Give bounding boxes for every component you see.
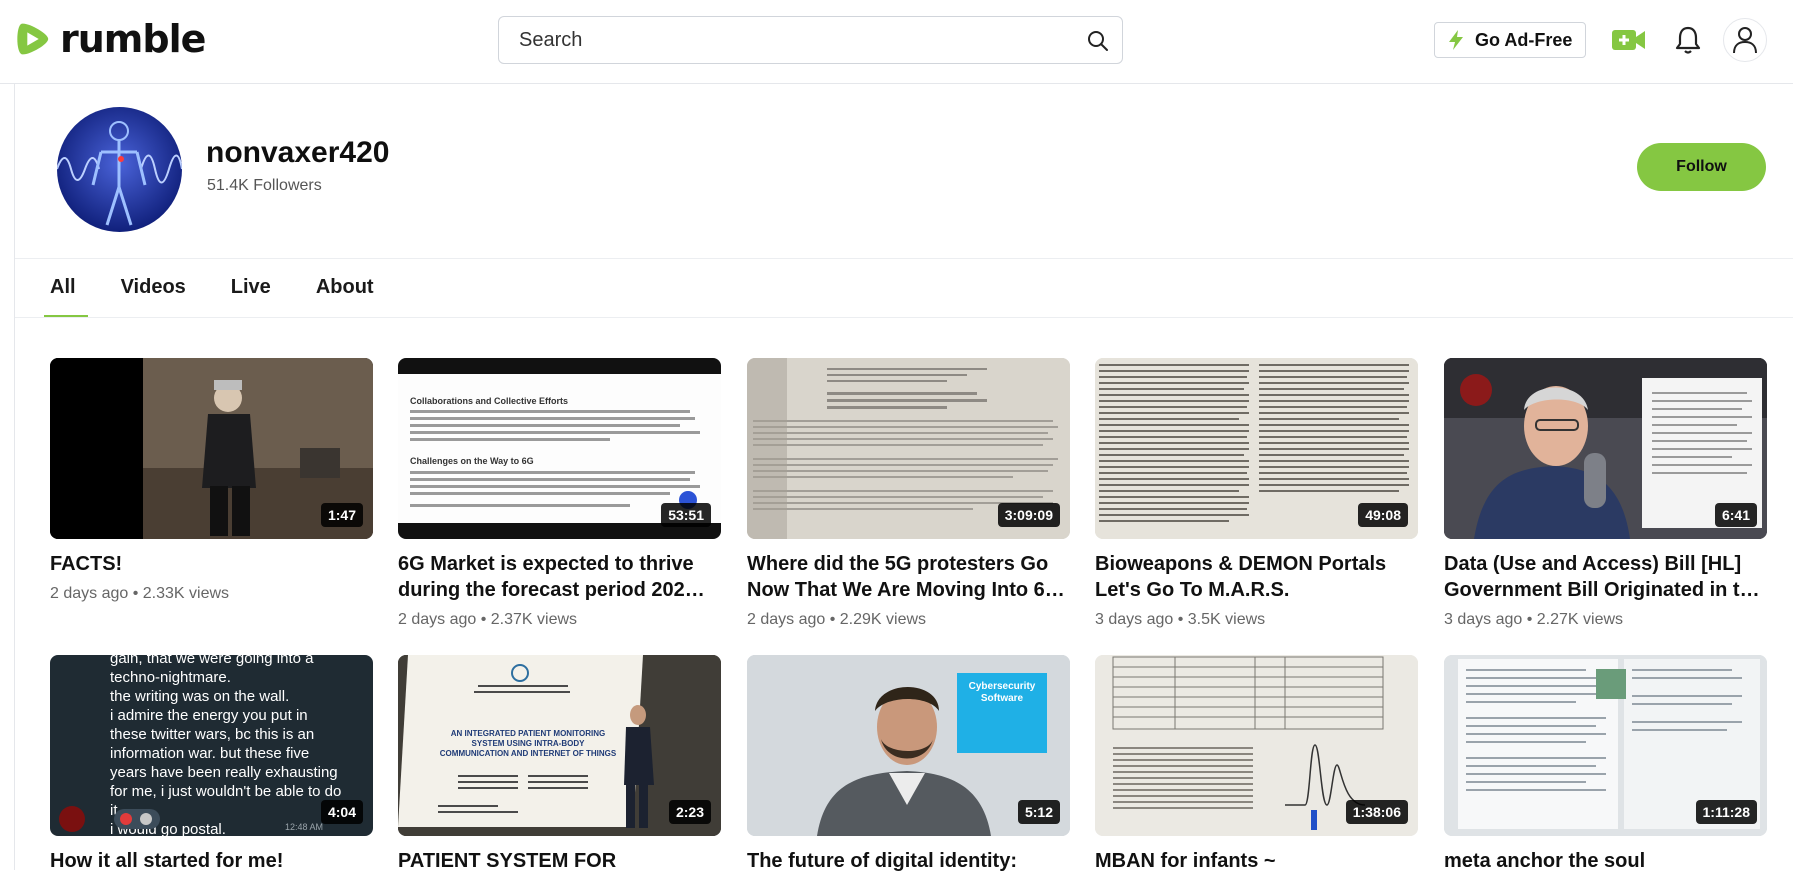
thumbnail-heading: Challenges on the Way to 6G	[410, 456, 534, 466]
rumble-play-icon	[17, 23, 49, 55]
tweet-line: i admire the energy you put in	[110, 707, 308, 724]
video-title[interactable]: 6G Market is expected to thrive during t…	[398, 551, 728, 603]
video-duration: 49:08	[1358, 503, 1408, 527]
video-card[interactable]: 1:38:06 MBAN for infants ~	[1095, 655, 1418, 874]
video-title[interactable]: PATIENT SYSTEM FOR	[398, 848, 728, 874]
video-card[interactable]: 49:08 Bioweapons & DEMON Portals Let's G…	[1095, 358, 1418, 629]
search-input[interactable]	[519, 28, 1079, 52]
rumble-logo[interactable]: rumble	[14, 17, 206, 61]
reaction-icons	[59, 806, 160, 832]
video-thumbnail[interactable]: AN INTEGRATED PATIENT MONITORING SYSTEM …	[398, 655, 721, 836]
video-meta: 2 days ago • 2.33K views	[50, 585, 230, 602]
user-icon	[1733, 27, 1757, 54]
video-card[interactable]: AN INTEGRATED PATIENT MONITORING SYSTEM …	[398, 655, 721, 874]
video-thumbnail[interactable]: Cybersecurity Software 5:12	[747, 655, 1070, 836]
follower-count: 51.4K Followers	[207, 177, 322, 194]
thumbnail-caption: Cybersecurity Software	[968, 681, 1036, 704]
thumbnail-slide-title: AN INTEGRATED PATIENT MONITORING SYSTEM …	[439, 729, 617, 758]
body-scan-avatar-image	[57, 107, 182, 232]
video-title[interactable]: MBAN for infants ~	[1095, 848, 1425, 874]
user-menu-button[interactable]	[1723, 18, 1767, 62]
follow-button[interactable]: Follow	[1637, 143, 1766, 191]
video-thumbnail[interactable]: 1:47	[50, 358, 373, 539]
search-icon[interactable]	[1086, 29, 1110, 53]
video-duration: 6:41	[1714, 503, 1757, 527]
top-bar: rumble Go Ad-Free	[0, 0, 1793, 84]
video-card[interactable]: 6:41 Data (Use and Access) Bill [HL] Gov…	[1444, 358, 1767, 629]
video-camera-icon	[1612, 30, 1645, 50]
video-duration: 3:09:09	[997, 503, 1060, 527]
video-duration: 5:12	[1017, 800, 1060, 824]
video-title[interactable]: Data (Use and Access) Bill [HL] Governme…	[1444, 551, 1774, 603]
video-duration: 1:11:28	[1695, 800, 1757, 824]
video-duration: 1:47	[320, 503, 363, 527]
video-thumbnail[interactable]: gain, that we were going into a techno-n…	[50, 655, 373, 836]
video-title[interactable]: FACTS!	[50, 551, 380, 577]
go-ad-free-button[interactable]: Go Ad-Free	[1434, 22, 1586, 58]
video-title[interactable]: How it all started for me!	[50, 848, 380, 874]
tab-all[interactable]: All	[44, 262, 87, 318]
video-thumbnail[interactable]: 6:41	[1444, 358, 1767, 539]
tab-live[interactable]: Live	[231, 262, 271, 318]
header-divider	[15, 258, 1793, 259]
tweet-line: information war. but these five	[110, 745, 310, 762]
video-title[interactable]: Where did the 5G protesters Go Now That …	[747, 551, 1077, 603]
video-card[interactable]: 1:11:28 meta anchor the soul	[1444, 655, 1767, 874]
video-card[interactable]: 1:47 FACTS! 2 days ago • 2.33K views	[50, 358, 373, 603]
go-ad-free-label: Go Ad-Free	[1475, 29, 1573, 50]
video-thumbnail[interactable]: 49:08	[1095, 358, 1418, 539]
tweet-timestamp: 12:48 AM	[285, 822, 324, 832]
video-thumbnail[interactable]: 1:38:06	[1095, 655, 1418, 836]
thumbnail-heading: Collaborations and Collective Efforts	[410, 396, 569, 406]
video-card[interactable]: gain, that we were going into a techno-n…	[50, 655, 373, 874]
tab-about[interactable]: About	[316, 262, 374, 318]
video-meta: 3 days ago • 3.5K views	[1095, 611, 1266, 628]
tweet-line: these twitter wars, bc this is an	[110, 726, 315, 743]
notifications-button[interactable]	[1668, 20, 1708, 60]
video-thumbnail[interactable]: 1:11:28	[1444, 655, 1767, 836]
channel-name: nonvaxer420	[206, 136, 390, 169]
tweet-line: for me, i just wouldn't be able to do	[110, 783, 342, 800]
tab-videos[interactable]: Videos	[121, 262, 186, 318]
sidebar-divider	[14, 84, 15, 870]
tweet-line: gain, that we were going into a	[110, 655, 314, 667]
video-duration: 2:23	[668, 800, 711, 824]
tweet-line: techno-nightmare.	[110, 669, 231, 686]
tabs-divider	[15, 317, 1793, 318]
bell-icon	[1675, 26, 1701, 54]
channel-tabs: All Videos Live About	[44, 262, 419, 318]
video-duration: 1:38:06	[1345, 800, 1408, 824]
video-duration: 53:51	[661, 503, 711, 527]
channel-avatar[interactable]	[57, 107, 182, 232]
video-thumbnail[interactable]: 3:09:09	[747, 358, 1070, 539]
video-title[interactable]: Bioweapons & DEMON Portals Let's Go To M…	[1095, 551, 1425, 603]
search-bar	[498, 16, 1123, 64]
video-title[interactable]: The future of digital identity:	[747, 848, 1077, 874]
video-card[interactable]: Cybersecurity Software 5:12 The future o…	[747, 655, 1070, 874]
video-title[interactable]: meta anchor the soul	[1444, 848, 1774, 874]
upload-video-button[interactable]	[1609, 20, 1649, 60]
video-duration: 4:04	[320, 800, 363, 824]
tweet-line: the writing was on the wall.	[110, 688, 290, 705]
logo-text: rumble	[60, 17, 206, 61]
video-meta: 2 days ago • 2.29K views	[747, 611, 927, 628]
video-card[interactable]: 3:09:09 Where did the 5G protesters Go N…	[747, 358, 1070, 629]
tweet-line: years have been really exhausting	[110, 764, 338, 781]
video-meta: 2 days ago • 2.37K views	[398, 611, 578, 628]
video-thumbnail[interactable]: Collaborations and Collective Efforts Ch…	[398, 358, 721, 539]
video-card[interactable]: Collaborations and Collective Efforts Ch…	[398, 358, 721, 629]
lightning-icon	[1449, 30, 1463, 50]
video-meta: 3 days ago • 2.27K views	[1444, 611, 1624, 628]
